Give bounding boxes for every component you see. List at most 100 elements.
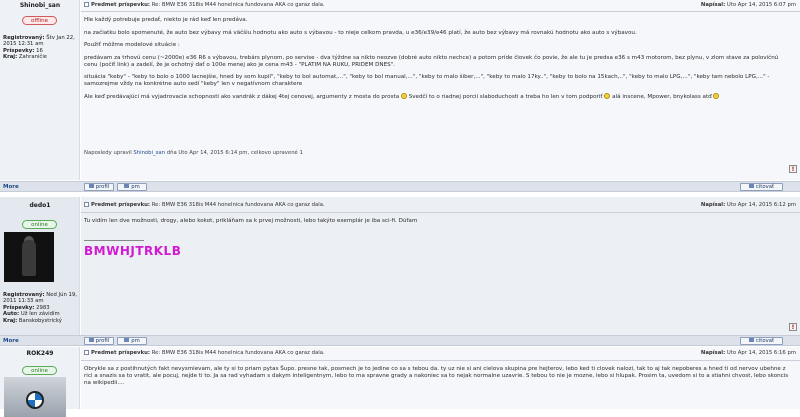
paragraph: situácia "keby" - "keby to bolo o 1000 l… (84, 74, 770, 88)
author-column: Shinobi_san offline Registrovaný: Štv Ja… (0, 0, 80, 180)
author-column: dedo1 online Registrovaný: Ned Jún 19, 2… (0, 197, 80, 335)
pm-button[interactable]: pm (117, 183, 147, 191)
post-content: Predmet príspevku: Re: BMW E36 318is M44… (81, 197, 800, 335)
profile-button[interactable]: profil (84, 183, 114, 191)
header-divider (81, 212, 800, 213)
edit-note: Naposledy upravil Shinobi_san dňa Uto Ap… (84, 150, 303, 156)
paragraph: Použiť môžme modelové situácie : (84, 42, 180, 49)
pm-label: pm (131, 184, 140, 190)
car-label: Auto: (3, 311, 20, 318)
edit-prefix: Naposledy upravil (84, 150, 132, 156)
signature: BMWHJTRKLB (84, 244, 182, 258)
report-icon[interactable]: ! (789, 165, 797, 173)
post-body: Hle každý potrebuje predať, niekto je rá… (84, 17, 790, 107)
post-date: Napísal: Uto Apr 14, 2015 6:12 pm (701, 202, 796, 209)
status-badge: online (22, 366, 57, 375)
date-label: Napísal: (700, 350, 726, 356)
status-badge: offline (22, 16, 57, 25)
post-subject: Re: BMW E36 318is M44 honelnica fundovan… (151, 350, 325, 356)
post-date: Napísal: Uto Apr 14, 2015 6:07 pm (701, 2, 796, 9)
avatar-figure (22, 240, 36, 276)
subject-label: Predmet príspevku: (91, 2, 150, 8)
paragraph-part: Ale keď predávajúci má vyjadrovacie scho… (84, 94, 400, 101)
author-name[interactable]: ROK249 (0, 350, 80, 357)
pm-label: pm (131, 338, 140, 344)
pm-icon (124, 184, 130, 188)
date-value: Uto Apr 14, 2015 6:12 pm (726, 202, 796, 208)
paragraph: predávam za trhovú cenu (~2000e) e36 R6 … (84, 54, 779, 68)
avatar (4, 232, 54, 282)
post-header: Predmet príspevku: Re: BMW E36 318is M44… (84, 2, 796, 9)
post-content: Predmet príspevku: Re: BMW E36 318is M44… (81, 0, 800, 180)
pm-icon (124, 338, 130, 342)
posts-label: Príspevky: (3, 47, 35, 54)
paragraph: na začiatku bolo spomenuté, že auto bez … (84, 30, 637, 37)
posts-value: 2983 (36, 304, 50, 311)
status-badge: online (22, 220, 57, 229)
post-content: Predmet príspevku: Re: BMW E36 318is M44… (81, 347, 800, 409)
registered-label: Registrovaný: (3, 35, 45, 41)
car-value: Už len závidím (20, 311, 60, 318)
post-subject: Re: BMW E36 318is M44 honelnica fundovan… (151, 202, 325, 208)
header-divider (81, 11, 800, 12)
edit-user-link[interactable]: Shinobi_san (133, 150, 165, 156)
quote-label: citovať (755, 338, 775, 344)
profile-icon (88, 338, 94, 342)
author-meta: Registrovaný: Ned Jún 19, 2011 11:33 am … (3, 292, 79, 324)
post-footer: More profil pm citovať (0, 181, 800, 192)
post-subject: Re: BMW E36 318is M44 honelnica fundovan… (151, 2, 325, 8)
post-header: Predmet príspevku: Re: BMW E36 318is M44… (84, 202, 796, 209)
report-icon[interactable]: ! (789, 323, 797, 331)
author-name[interactable]: Shinobi_san (0, 2, 80, 9)
posts-value: 16 (36, 47, 43, 54)
post-icon (84, 2, 89, 7)
post-body: Tu vidím len dve možnosti, drogy, alebo … (84, 218, 418, 224)
subject-label: Predmet príspevku: (91, 350, 150, 356)
smiley-icon (400, 93, 407, 100)
location-value: Zahraničie (18, 54, 48, 61)
profile-label: profil (95, 184, 110, 190)
author-meta: Registrovaný: Štv Jan 22, 2015 12:31 am … (3, 35, 79, 61)
post-icon (84, 202, 89, 207)
post-body: Obrykle sa z postihnutých fakt nevysmiev… (84, 366, 789, 387)
smiley-icon (604, 93, 611, 100)
quote-icon (748, 184, 754, 188)
forum-thread: Shinobi_san offline Registrovaný: Štv Ja… (0, 0, 800, 417)
paragraph-part: alá inscene, Mpower, bnykolass atď (612, 94, 712, 101)
header-divider (81, 360, 800, 361)
signature-divider (84, 240, 144, 241)
avatar (4, 377, 66, 417)
location-label: Kraj: (3, 54, 18, 61)
paragraph: Ale keď predávajúci má vyjadrovacie scho… (84, 93, 790, 101)
smiley-icon (713, 93, 720, 100)
post-footer: More profil pm citovať (0, 335, 800, 346)
post: Shinobi_san offline Registrovaný: Štv Ja… (0, 0, 800, 180)
post-header: Predmet príspevku: Re: BMW E36 318is M44… (84, 350, 796, 357)
post-icon (84, 350, 89, 355)
post: ROK249 online Predmet príspevku: Re: BMW… (0, 347, 800, 417)
subject-label: Predmet príspevku: (91, 202, 150, 208)
date-label: Napísal: (700, 2, 726, 8)
posts-label: Príspevky: (3, 304, 35, 311)
date-value: Uto Apr 14, 2015 6:07 pm (726, 2, 796, 8)
more-link[interactable]: More (3, 338, 19, 344)
profile-icon (88, 184, 94, 188)
quote-button[interactable]: citovať (740, 337, 783, 345)
date-label: Napísal: (700, 202, 726, 208)
profile-label: profil (95, 338, 110, 344)
quote-button[interactable]: citovať (740, 183, 783, 191)
author-column: ROK249 online (0, 347, 80, 417)
date-value: Uto Apr 14, 2015 6:16 pm (726, 350, 796, 356)
post-date: Napísal: Uto Apr 14, 2015 6:16 pm (701, 350, 796, 357)
paragraph: Hle každý potrebuje predať, niekto je rá… (84, 17, 248, 23)
post: dedo1 online Registrovaný: Ned Jún 19, 2… (0, 197, 800, 335)
author-name[interactable]: dedo1 (0, 202, 80, 209)
quote-icon (748, 338, 754, 342)
profile-button[interactable]: profil (84, 337, 114, 345)
bmw-logo-icon (26, 391, 44, 409)
more-link[interactable]: More (3, 184, 19, 190)
quote-label: citovať (755, 184, 775, 190)
registered-label: Registrovaný: (3, 292, 45, 298)
paragraph-part: Svedčí to o riadnej porcii slaboduchosti… (408, 94, 603, 101)
pm-button[interactable]: pm (117, 337, 147, 345)
